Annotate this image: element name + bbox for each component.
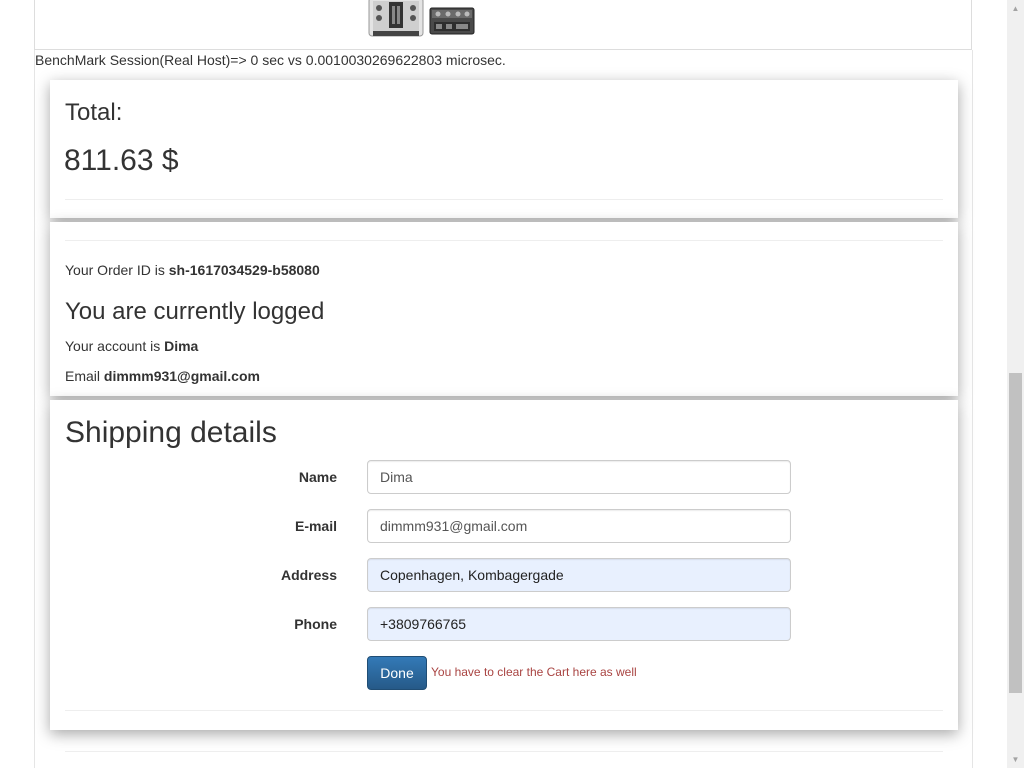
shipping-card: Shipping details Name E-mail Address Pho… bbox=[50, 400, 958, 730]
account-line: Your account is Dima bbox=[65, 338, 198, 354]
order-id-line: Your Order ID is sh-1617034529-b58080 bbox=[65, 262, 320, 278]
total-amount: 811.63 $ bbox=[64, 144, 179, 177]
logged-in-heading: You are currently logged bbox=[65, 298, 325, 325]
vertical-scrollbar[interactable]: ▲ ▼ bbox=[1007, 0, 1024, 768]
order-info-card: Your Order ID is sh-1617034529-b58080 Yo… bbox=[50, 222, 958, 396]
phone-row: Phone bbox=[50, 607, 958, 641]
account-prefix: Your account is bbox=[65, 338, 165, 354]
account-email: dimmm931@gmail.com bbox=[103, 368, 260, 384]
email-input[interactable] bbox=[367, 509, 791, 543]
name-input[interactable] bbox=[367, 460, 791, 494]
total-label: Total: bbox=[65, 99, 123, 126]
account-name: Dima bbox=[164, 338, 199, 354]
name-label: Name bbox=[298, 469, 337, 485]
page-viewport: BenchMark Session(Real Host)=> 0 sec vs … bbox=[0, 0, 1007, 768]
address-row: Address bbox=[50, 558, 958, 592]
divider bbox=[65, 240, 943, 241]
name-row: Name bbox=[50, 460, 958, 494]
shipping-heading: Shipping details bbox=[65, 416, 277, 449]
scroll-up-arrow-icon[interactable]: ▲ bbox=[1007, 0, 1024, 17]
scroll-down-arrow-icon[interactable]: ▼ bbox=[1007, 751, 1024, 768]
audio-interface-thumbnail[interactable] bbox=[428, 0, 476, 36]
address-label: Address bbox=[280, 567, 337, 583]
page-border-right bbox=[972, 50, 973, 768]
email-line: Email dimmm931@gmail.com bbox=[65, 368, 260, 384]
total-card: Total: 811.63 $ bbox=[50, 80, 958, 218]
clear-cart-note: You have to clear the Cart here as well bbox=[431, 665, 637, 679]
email-row: E-mail bbox=[50, 509, 958, 543]
divider bbox=[65, 751, 943, 752]
phone-label: Phone bbox=[294, 616, 337, 632]
order-id-prefix: Your Order ID is bbox=[65, 262, 169, 278]
phone-input[interactable] bbox=[367, 607, 791, 641]
benchmark-text: BenchMark Session(Real Host)=> 0 sec vs … bbox=[35, 52, 506, 68]
email-prefix: Email bbox=[65, 368, 104, 384]
done-button[interactable]: Done bbox=[367, 656, 427, 690]
page-border-left bbox=[34, 50, 35, 768]
email-label: E-mail bbox=[294, 518, 337, 534]
address-input[interactable] bbox=[367, 558, 791, 592]
divider bbox=[65, 199, 943, 200]
divider bbox=[65, 710, 943, 711]
dj-mixer-thumbnail[interactable] bbox=[367, 0, 425, 38]
cart-product-strip bbox=[34, 0, 972, 50]
scrollbar-thumb[interactable] bbox=[1009, 373, 1022, 693]
order-id-value: sh-1617034529-b58080 bbox=[168, 262, 320, 278]
